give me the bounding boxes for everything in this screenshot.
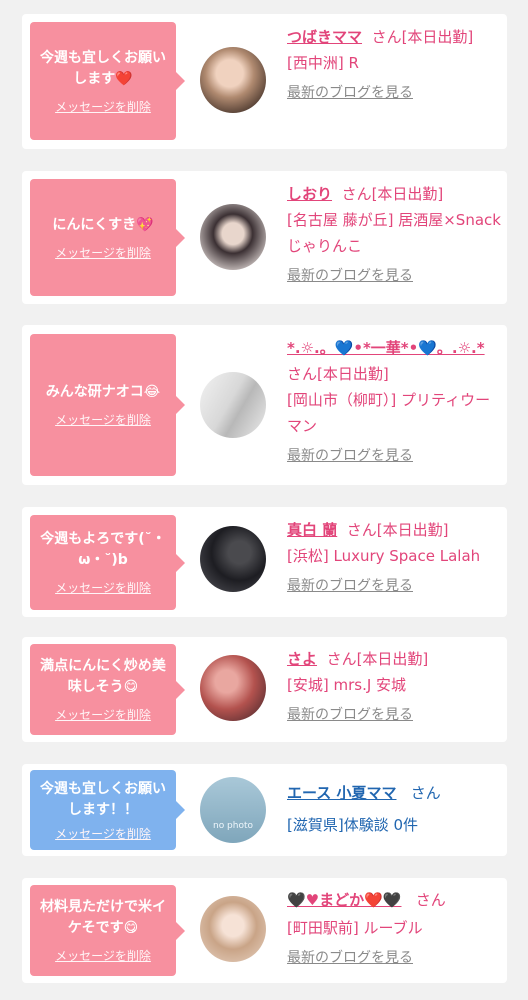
message-text: 今週も宜しくお願いします❤️ [40,49,166,87]
delete-message-link[interactable]: メッセージを削除 [55,244,151,261]
work-status: [本日出勤] [317,365,389,383]
shop-name[interactable]: [岡山市（柳町）] プリティウーマン [287,387,502,439]
message-bubble: 今週も宜しくお願いします！！ メッセージを削除 [30,770,185,850]
shop-name[interactable]: [名古屋 藤が丘] 居酒屋×Snack じゃりんこ [287,207,502,259]
message-bubble: みんな研ナオコ😂 メッセージを削除 [30,334,185,476]
shop-name[interactable]: [町田駅前] ルーブル [287,915,502,941]
work-status: [本日出勤] [371,185,444,203]
message-card: 今週も宜しくお願いします❤️ メッセージを削除 つばきママ さん[本日出勤] [… [22,14,507,149]
delete-message-link[interactable]: メッセージを削除 [55,706,151,723]
shop-name[interactable]: [浜松] Luxury Space Lalah [287,543,502,569]
user-name-link[interactable]: しおり [287,185,332,203]
message-text: にんにくすき💖 [52,216,154,233]
avatar[interactable] [200,204,266,270]
honorific: さん [341,185,372,203]
shop-name[interactable]: [安城] mrs.J 安城 [287,672,502,698]
message-bubble: にんにくすき💖 メッセージを削除 [30,179,185,296]
message-text: 今週も宜しくお願いします！！ [40,780,166,818]
latest-blog-link[interactable]: 最新のブログを見る [287,265,502,287]
honorific: さん [415,891,446,909]
honorific: さん [287,365,318,383]
honorific: さん [410,784,441,802]
message-bubble: 今週もよろです(˘・ω・˘)b メッセージを削除 [30,515,185,610]
message-card: 今週も宜しくお願いします！！ メッセージを削除 no photo エース 小夏マ… [22,764,507,856]
message-card: 材料見ただけで米イケそです😋 メッセージを削除 🖤♥まどか❤️🖤 さん [町田駅… [22,878,507,983]
message-card: 今週もよろです(˘・ω・˘)b メッセージを削除 真白 蘭 さん[本日出勤] [… [22,507,507,617]
work-status: [本日出勤] [356,650,429,668]
avatar[interactable]: no photo [200,777,266,843]
avatar[interactable] [200,526,266,592]
latest-blog-link[interactable]: 最新のブログを見る [287,947,502,969]
user-name-link[interactable]: さよ [287,650,317,668]
message-card: みんな研ナオコ😂 メッセージを削除 *.☼.。💙•*一華*•💙。.☼.* さん[… [22,325,507,485]
message-text: 今週もよろです(˘・ω・˘)b [40,531,166,568]
honorific: さん [371,28,402,46]
no-photo-label: no photo [212,821,254,831]
work-status: [本日出勤] [376,521,449,539]
user-name-link[interactable]: *.☼.。💙•*一華*•💙。.☼.* [287,339,485,357]
honorific: さん [346,521,377,539]
user-name-link[interactable]: 🖤♥まどか❤️🖤 [287,891,401,909]
shop-review-count[interactable]: [滋賀県]体験談 0件 [287,812,502,838]
user-name-link[interactable]: 真白 蘭 [287,521,337,539]
message-bubble: 材料見ただけで米イケそです😋 メッセージを削除 [30,885,185,976]
latest-blog-link[interactable]: 最新のブログを見る [287,82,502,104]
avatar[interactable] [200,655,266,721]
message-card: 満点にんにく炒め美味しそう😋 メッセージを削除 さよ さん[本日出勤] [安城]… [22,637,507,742]
delete-message-link[interactable]: メッセージを削除 [55,825,151,842]
message-text: 材料見ただけで米イケそです😋 [40,899,166,936]
user-name-link[interactable]: つばきママ [287,28,362,46]
delete-message-link[interactable]: メッセージを削除 [55,98,151,115]
delete-message-link[interactable]: メッセージを削除 [55,579,151,596]
latest-blog-link[interactable]: 最新のブログを見る [287,445,502,467]
delete-message-link[interactable]: メッセージを削除 [55,411,151,428]
message-text: みんな研ナオコ😂 [45,384,161,400]
honorific: さん [326,650,357,668]
avatar[interactable] [200,47,266,113]
avatar[interactable] [200,896,266,962]
work-status: [本日出勤] [401,28,474,46]
avatar[interactable] [200,372,266,438]
message-text: 満点にんにく炒め美味しそう😋 [40,658,166,695]
latest-blog-link[interactable]: 最新のブログを見る [287,704,502,726]
latest-blog-link[interactable]: 最新のブログを見る [287,575,502,597]
message-bubble: 今週も宜しくお願いします❤️ メッセージを削除 [30,22,185,140]
shop-name[interactable]: [西中洲] R [287,50,502,76]
message-card: にんにくすき💖 メッセージを削除 しおり さん[本日出勤] [名古屋 藤が丘] … [22,171,507,304]
user-name-link[interactable]: エース 小夏ママ [287,784,396,802]
message-bubble: 満点にんにく炒め美味しそう😋 メッセージを削除 [30,644,185,735]
delete-message-link[interactable]: メッセージを削除 [55,947,151,964]
